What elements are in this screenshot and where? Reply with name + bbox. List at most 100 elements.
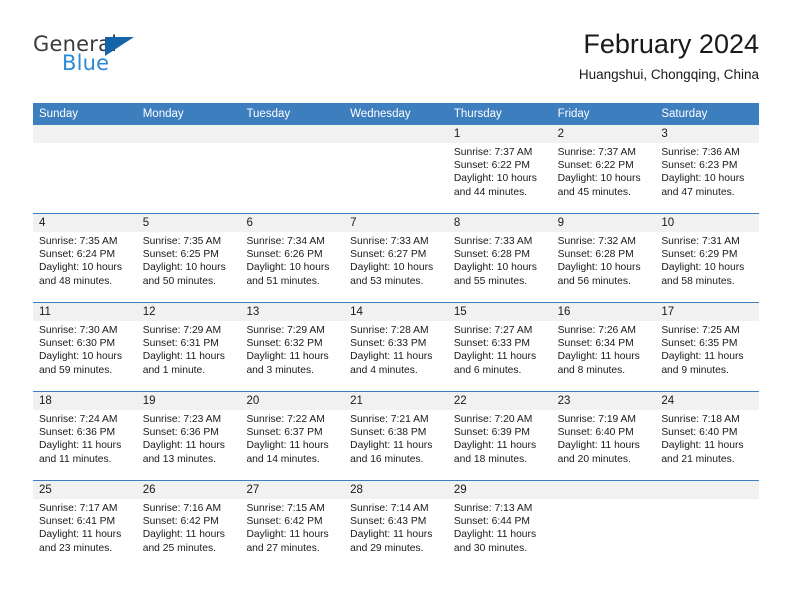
day-sun-info: Sunrise: 7:36 AM Sunset: 6:23 PM Daylight:… bbox=[655, 143, 759, 199]
calendar-day-cell[interactable]: 15 Sunrise: 7:27 AM Sunset: 6:33 PM Dayligh… bbox=[447, 303, 552, 391]
calendar-day-cell[interactable]: 4 Sunrise: 7:35 AM Sunset: 6:24 PM Daylight… bbox=[33, 214, 137, 302]
sunset-text: Sunset: 6:32 PM bbox=[246, 338, 323, 350]
daylight-text-line2: and 14 minutes. bbox=[246, 453, 320, 465]
calendar-day-cell[interactable]: 8 Sunrise: 7:33 AM Sunset: 6:28 PM Daylight… bbox=[447, 214, 552, 302]
day-number: 3 bbox=[655, 125, 760, 143]
calendar-day-cell[interactable]: 24 Sunrise: 7:18 AM Sunset: 6:40 PM Dayligh… bbox=[655, 392, 760, 480]
daylight-text-line2: and 4 minutes. bbox=[350, 364, 418, 376]
daylight-text-line1: Daylight: 11 hours bbox=[661, 440, 744, 452]
calendar-day-cell[interactable]: 11 Sunrise: 7:30 AM Sunset: 6:30 PM Dayligh… bbox=[33, 303, 137, 391]
daylight-text-line2: and 50 minutes. bbox=[142, 275, 216, 287]
sunrise-text: Sunrise: 7:15 AM bbox=[246, 503, 325, 514]
calendar-day-cell[interactable]: 6 Sunrise: 7:34 AM Sunset: 6:26 PM Daylight… bbox=[240, 214, 345, 302]
sunset-text: Sunset: 6:24 PM bbox=[39, 249, 116, 261]
calendar-day-cell[interactable]: 12 Sunrise: 7:29 AM Sunset: 6:31 PM Dayligh… bbox=[136, 303, 241, 391]
sunrise-text: Sunrise: 7:29 AM bbox=[142, 325, 222, 336]
sunset-text: Sunset: 6:23 PM bbox=[661, 160, 738, 172]
calendar-day-cell[interactable]: 26 Sunrise: 7:16 AM Sunset: 6:42 PM Dayligh… bbox=[136, 481, 241, 569]
calendar-day-cell[interactable]: 19 Sunrise: 7:23 AM Sunset: 6:36 PM Dayligh… bbox=[136, 392, 241, 480]
daylight-text-line1: Daylight: 11 hours bbox=[350, 351, 433, 363]
day-sun-info: Sunrise: 7:26 AM Sunset: 6:34 PM Daylight:… bbox=[552, 321, 656, 377]
sunset-text: Sunset: 6:36 PM bbox=[39, 427, 116, 439]
calendar-day-cell[interactable]: 3 Sunrise: 7:36 AM Sunset: 6:23 PM Daylight… bbox=[655, 125, 760, 213]
calendar-page: General Blue February 2024 Huangshui, Ch… bbox=[0, 0, 792, 612]
daylight-text-line2: and 48 minutes. bbox=[39, 275, 113, 287]
sunset-text: Sunset: 6:40 PM bbox=[557, 427, 634, 439]
daylight-text-line1: Daylight: 10 hours bbox=[557, 262, 641, 274]
sunrise-text: Sunrise: 7:13 AM bbox=[453, 503, 533, 514]
day-sun-info: Sunrise: 7:19 AM Sunset: 6:40 PM Daylight:… bbox=[552, 410, 656, 466]
weekday-header-monday: Monday bbox=[142, 108, 184, 120]
sunset-text: Sunset: 6:37 PM bbox=[246, 427, 323, 439]
sunset-text: Sunset: 6:22 PM bbox=[557, 160, 634, 172]
daylight-text-line1: Daylight: 10 hours bbox=[661, 173, 745, 185]
day-number: 12 bbox=[136, 303, 241, 321]
sunset-text: Sunset: 6:28 PM bbox=[557, 249, 634, 261]
daylight-text-line1: Daylight: 11 hours bbox=[350, 440, 433, 452]
day-number: 27 bbox=[240, 481, 345, 499]
calendar-day-cell[interactable]: 25 Sunrise: 7:17 AM Sunset: 6:41 PM Dayligh… bbox=[33, 481, 137, 569]
day-sun-info: Sunrise: 7:29 AM Sunset: 6:32 PM Daylight:… bbox=[240, 321, 344, 377]
calendar-day-cell[interactable]: 13 Sunrise: 7:29 AM Sunset: 6:32 PM Dayligh… bbox=[240, 303, 345, 391]
calendar-day-cell[interactable]: 28 Sunrise: 7:14 AM Sunset: 6:43 PM Dayligh… bbox=[344, 481, 448, 569]
day-number bbox=[655, 481, 760, 499]
calendar-day-cell[interactable]: 20 Sunrise: 7:22 AM Sunset: 6:37 PM Dayligh… bbox=[240, 392, 345, 480]
calendar-day-cell[interactable]: 2 Sunrise: 7:37 AM Sunset: 6:22 PM Daylight… bbox=[551, 125, 656, 213]
day-sun-info: Sunrise: 7:33 AM Sunset: 6:28 PM Daylight:… bbox=[448, 232, 552, 288]
day-sun-info: Sunrise: 7:34 AM Sunset: 6:26 PM Daylight:… bbox=[240, 232, 344, 288]
day-sun-info: Sunrise: 7:20 AM Sunset: 6:39 PM Daylight:… bbox=[448, 410, 552, 466]
page-header: General Blue February 2024 Huangshui, Ch… bbox=[33, 28, 759, 98]
daylight-text-line2: and 3 minutes. bbox=[246, 364, 314, 376]
calendar-day-cell[interactable]: 9 Sunrise: 7:32 AM Sunset: 6:28 PM Daylight… bbox=[551, 214, 656, 302]
sunset-text: Sunset: 6:30 PM bbox=[39, 338, 116, 350]
general-blue-logo[interactable]: General Blue bbox=[33, 32, 253, 92]
day-sun-info: Sunrise: 7:33 AM Sunset: 6:27 PM Daylight:… bbox=[344, 232, 448, 288]
calendar-day-cell[interactable]: 5 Sunrise: 7:35 AM Sunset: 6:25 PM Daylight… bbox=[136, 214, 241, 302]
daylight-text-line2: and 47 minutes. bbox=[661, 186, 735, 198]
sunrise-text: Sunrise: 7:30 AM bbox=[39, 325, 118, 336]
daylight-text-line2: and 45 minutes. bbox=[557, 186, 631, 198]
daylight-text-line1: Daylight: 10 hours bbox=[557, 173, 641, 185]
calendar-week-row: 4 Sunrise: 7:35 AM Sunset: 6:24 PM Daylight… bbox=[33, 213, 760, 302]
daylight-text-line1: Daylight: 11 hours bbox=[661, 351, 744, 363]
sunrise-text: Sunrise: 7:32 AM bbox=[557, 236, 637, 247]
daylight-text-line2: and 59 minutes. bbox=[39, 364, 113, 376]
calendar-day-cell[interactable]: 7 Sunrise: 7:33 AM Sunset: 6:27 PM Daylight… bbox=[344, 214, 448, 302]
sunset-text: Sunset: 6:42 PM bbox=[246, 516, 323, 528]
day-number: 7 bbox=[344, 214, 448, 232]
day-number: 14 bbox=[344, 303, 448, 321]
sunset-text: Sunset: 6:25 PM bbox=[142, 249, 219, 261]
sunset-text: Sunset: 6:40 PM bbox=[661, 427, 738, 439]
calendar-day-cell[interactable]: 10 Sunrise: 7:31 AM Sunset: 6:29 PM Dayligh… bbox=[655, 214, 760, 302]
calendar-day-cell-empty bbox=[240, 125, 345, 213]
calendar-day-cell[interactable]: 27 Sunrise: 7:15 AM Sunset: 6:42 PM Dayligh… bbox=[240, 481, 345, 569]
day-sun-info: Sunrise: 7:24 AM Sunset: 6:36 PM Daylight:… bbox=[33, 410, 137, 466]
calendar-day-cell[interactable]: 14 Sunrise: 7:28 AM Sunset: 6:33 PM Dayligh… bbox=[344, 303, 448, 391]
day-number bbox=[136, 125, 241, 143]
daylight-text-line1: Daylight: 10 hours bbox=[453, 262, 537, 274]
calendar-day-cell[interactable]: 17 Sunrise: 7:25 AM Sunset: 6:35 PM Dayligh… bbox=[655, 303, 760, 391]
day-number: 9 bbox=[551, 214, 656, 232]
calendar-day-cell[interactable]: 18 Sunrise: 7:24 AM Sunset: 6:36 PM Dayligh… bbox=[33, 392, 137, 480]
day-number: 17 bbox=[655, 303, 760, 321]
sunset-text: Sunset: 6:42 PM bbox=[142, 516, 219, 528]
calendar-day-cell[interactable]: 16 Sunrise: 7:26 AM Sunset: 6:34 PM Dayligh… bbox=[551, 303, 656, 391]
logo-text-blue: Blue bbox=[62, 51, 110, 75]
day-sun-info: Sunrise: 7:13 AM Sunset: 6:44 PM Daylight:… bbox=[448, 499, 552, 555]
day-sun-info: Sunrise: 7:25 AM Sunset: 6:35 PM Daylight:… bbox=[655, 321, 759, 377]
sunrise-text: Sunrise: 7:37 AM bbox=[557, 147, 637, 158]
weekday-header-friday: Friday bbox=[557, 108, 590, 120]
sunset-text: Sunset: 6:38 PM bbox=[350, 427, 427, 439]
calendar-day-cell[interactable]: 23 Sunrise: 7:19 AM Sunset: 6:40 PM Dayligh… bbox=[551, 392, 656, 480]
day-number: 10 bbox=[655, 214, 760, 232]
daylight-text-line2: and 58 minutes. bbox=[661, 275, 735, 287]
weekday-header-sunday: Sunday bbox=[39, 108, 79, 120]
daylight-text-line2: and 6 minutes. bbox=[453, 364, 522, 376]
day-number: 28 bbox=[344, 481, 448, 499]
calendar-day-cell[interactable]: 29 Sunrise: 7:13 AM Sunset: 6:44 PM Dayligh… bbox=[447, 481, 552, 569]
day-sun-info: Sunrise: 7:32 AM Sunset: 6:28 PM Daylight:… bbox=[552, 232, 656, 288]
calendar-day-cell[interactable]: 1 Sunrise: 7:37 AM Sunset: 6:22 PM Daylight… bbox=[447, 125, 552, 213]
calendar-day-cell-empty bbox=[655, 481, 760, 569]
calendar-day-cell[interactable]: 21 Sunrise: 7:21 AM Sunset: 6:38 PM Dayligh… bbox=[344, 392, 448, 480]
calendar-day-cell[interactable]: 22 Sunrise: 7:20 AM Sunset: 6:39 PM Dayligh… bbox=[447, 392, 552, 480]
